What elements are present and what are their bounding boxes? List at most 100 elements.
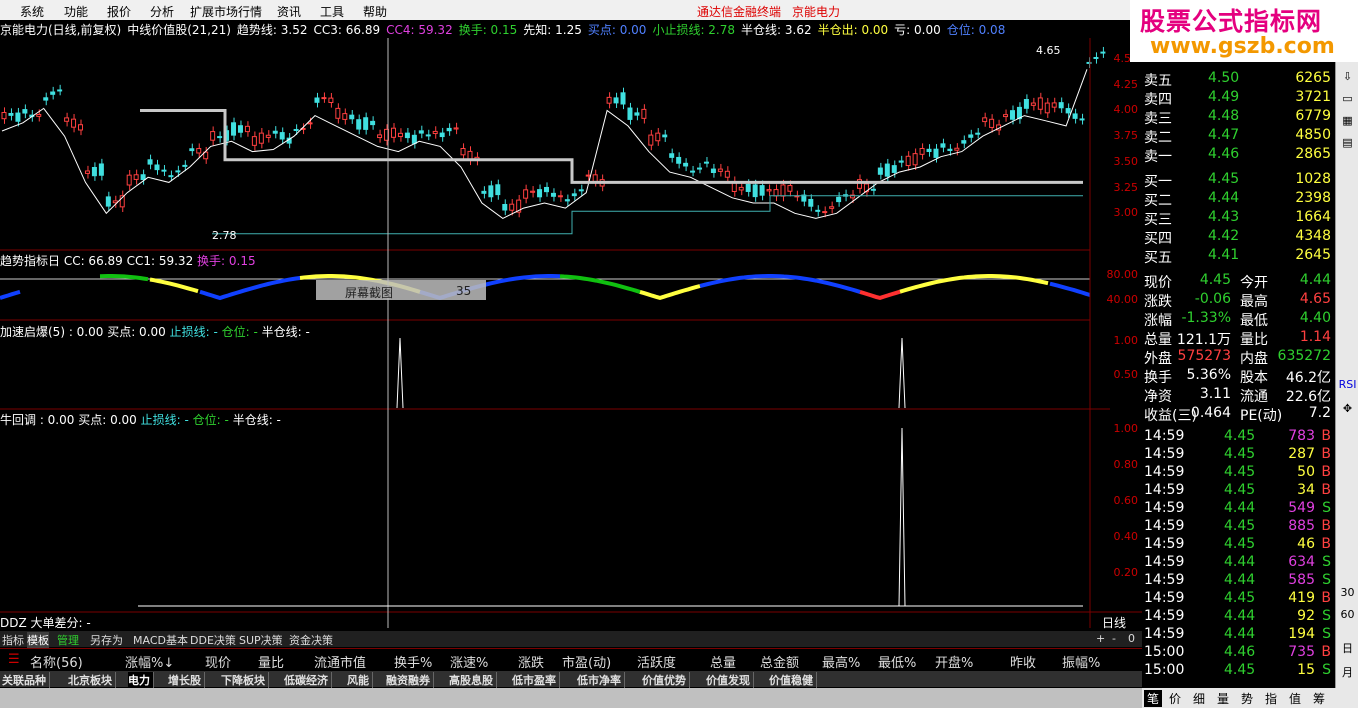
candle-body	[307, 122, 313, 125]
col-prev-close[interactable]: 昨收	[1010, 652, 1036, 671]
menu-system[interactable]: 系统	[20, 3, 44, 20]
col-price[interactable]: 现价	[205, 652, 231, 671]
col-speed[interactable]: 涨速%	[450, 652, 488, 671]
zoom-in-button[interactable]: +	[1096, 632, 1105, 645]
col-change[interactable]: 涨跌	[518, 652, 544, 671]
period-label[interactable]: 日线	[1102, 614, 1126, 631]
sector-tab[interactable]: 低碳经济	[284, 672, 332, 688]
tab-save-as[interactable]: 另存为	[90, 632, 123, 648]
tab-volume[interactable]: 量	[1217, 690, 1229, 707]
quote-cell: B	[1321, 644, 1331, 660]
menu-function[interactable]: 功能	[64, 3, 88, 20]
sector-tab[interactable]: 增长股	[168, 672, 205, 688]
tab-template[interactable]: 模板	[27, 632, 49, 648]
chart-icon[interactable]: ▤	[1336, 136, 1358, 149]
tab-chips[interactable]: 筹	[1313, 690, 1325, 707]
quote-cell: 14:59	[1144, 518, 1185, 534]
sector-tab[interactable]: 高股息股	[449, 672, 497, 688]
zoom-out-button[interactable]: -	[1112, 632, 1116, 645]
quote-row: 现价 4.45 今开 4.44	[1142, 272, 1335, 291]
candle-body	[481, 190, 487, 194]
sector-tab[interactable]: 低市盈率	[512, 672, 560, 688]
tick-label: 3.50	[1113, 155, 1139, 168]
col-float-mcap[interactable]: 流通市值	[314, 652, 366, 671]
quote-cell: 卖一	[1144, 149, 1172, 165]
menu-tools[interactable]: 工具	[320, 3, 344, 20]
arrow-down-icon[interactable]: ⇩	[1336, 70, 1358, 83]
menu-help[interactable]: 帮助	[363, 3, 387, 20]
col-amount[interactable]: 总金额	[760, 652, 799, 671]
candle-body	[432, 130, 438, 135]
tick-label: 4.25	[1113, 78, 1139, 91]
sector-tab[interactable]: 价值发现	[706, 672, 754, 688]
col-amplitude[interactable]: 振幅%	[1062, 652, 1100, 671]
quote-cell: 4.46	[1224, 644, 1256, 660]
tab-detail[interactable]: 细	[1193, 690, 1205, 707]
tab-sup[interactable]: SUP决策	[239, 632, 283, 648]
sector-tab-active[interactable]: 电力	[128, 672, 154, 688]
sector-tab[interactable]: 关联品种	[2, 672, 50, 688]
quote-cell: 2865	[1295, 146, 1331, 162]
candle-body	[8, 112, 14, 116]
tab-manage[interactable]: 管理	[57, 632, 79, 648]
quote-cell: 287	[1288, 446, 1315, 462]
col-low[interactable]: 最低%	[878, 652, 916, 671]
tab-macd[interactable]: MACD基本	[133, 632, 188, 648]
watermark-logo: 股票公式指标网 www.gszb.com	[1130, 0, 1358, 62]
col-pe[interactable]: 市盈(动)	[562, 652, 611, 671]
col-activity[interactable]: 活跃度	[637, 652, 676, 671]
sector-tab[interactable]: 下降板块	[221, 672, 269, 688]
side-30[interactable]: 30	[1336, 586, 1358, 599]
tab-indicator[interactable]: 指标	[2, 632, 24, 648]
window-icon[interactable]: ▭	[1336, 92, 1358, 105]
reset-button[interactable]: 0	[1128, 632, 1135, 645]
col-open[interactable]: 开盘%	[935, 652, 973, 671]
sector-tab[interactable]: 低市净率	[577, 672, 625, 688]
tab-funds[interactable]: 资金决策	[289, 632, 333, 648]
quote-panel: 卖五 4.50 6265 卖四 4.49 3721 卖三 4.48 6779 卖二 4.47 4850…	[1142, 62, 1335, 688]
col-name[interactable]: 名称(56)	[30, 652, 83, 671]
menu-extended-market[interactable]: 扩展市场行情	[190, 3, 262, 20]
menu-icon[interactable]: ☰	[8, 652, 20, 667]
candle-body	[258, 132, 264, 144]
candle-body	[606, 96, 612, 104]
sector-tab[interactable]: 融资融券	[386, 672, 434, 688]
side-day[interactable]: 日	[1336, 640, 1358, 656]
col-high[interactable]: 最高%	[822, 652, 860, 671]
candle-body	[265, 134, 271, 138]
label: 牛回调 : 0.00 买点: 0.00	[0, 413, 137, 427]
tab-price[interactable]: 价	[1169, 690, 1181, 707]
candle-body	[891, 165, 897, 173]
window-title-app: 通达信金融终端	[697, 5, 782, 19]
col-vol-ratio[interactable]: 量比	[258, 652, 284, 671]
sector-tab[interactable]: 风能	[347, 672, 373, 688]
sector-tab[interactable]: 价值优势	[642, 672, 690, 688]
menu-news[interactable]: 资讯	[277, 3, 301, 20]
tab-tick[interactable]: 笔	[1144, 690, 1163, 707]
tab-index[interactable]: 指	[1265, 690, 1277, 707]
tab-value[interactable]: 值	[1289, 690, 1301, 707]
menu-analysis[interactable]: 分析	[150, 3, 174, 20]
indicator3-label: 牛回调 : 0.00 买点: 0.00 止损线: - 仓位: - 半仓线: -	[0, 411, 281, 428]
quote-cell: B	[1321, 446, 1331, 462]
col-total-vol[interactable]: 总量	[710, 652, 736, 671]
sector-tab[interactable]: 北京板块	[68, 672, 116, 688]
quote-cell: B	[1321, 464, 1331, 480]
info-value: 趋势线: 3.52	[236, 23, 308, 37]
menu-quote[interactable]: 报价	[107, 3, 131, 20]
tab-trend[interactable]: 势	[1241, 690, 1253, 707]
sector-tab[interactable]: 价值稳健	[769, 672, 817, 688]
quote-cell: 4.45	[1224, 446, 1256, 462]
label: DDZ 大单差分: -	[0, 616, 91, 630]
tab-dde[interactable]: DDE决策	[190, 632, 236, 648]
quote-cell: 收益(三)	[1144, 408, 1197, 424]
side-week[interactable]: 月	[1336, 664, 1358, 680]
side-60[interactable]: 60	[1336, 608, 1358, 621]
grid-icon[interactable]: ▦	[1336, 114, 1358, 127]
col-change-pct[interactable]: 涨幅%↓	[125, 652, 174, 671]
rsi-icon[interactable]: RSI	[1336, 378, 1358, 391]
col-turnover[interactable]: 换手%	[394, 652, 432, 671]
quote-cell: 4348	[1295, 228, 1331, 244]
quote-cell: 外盘	[1144, 351, 1172, 367]
move-icon[interactable]: ✥	[1336, 402, 1358, 415]
